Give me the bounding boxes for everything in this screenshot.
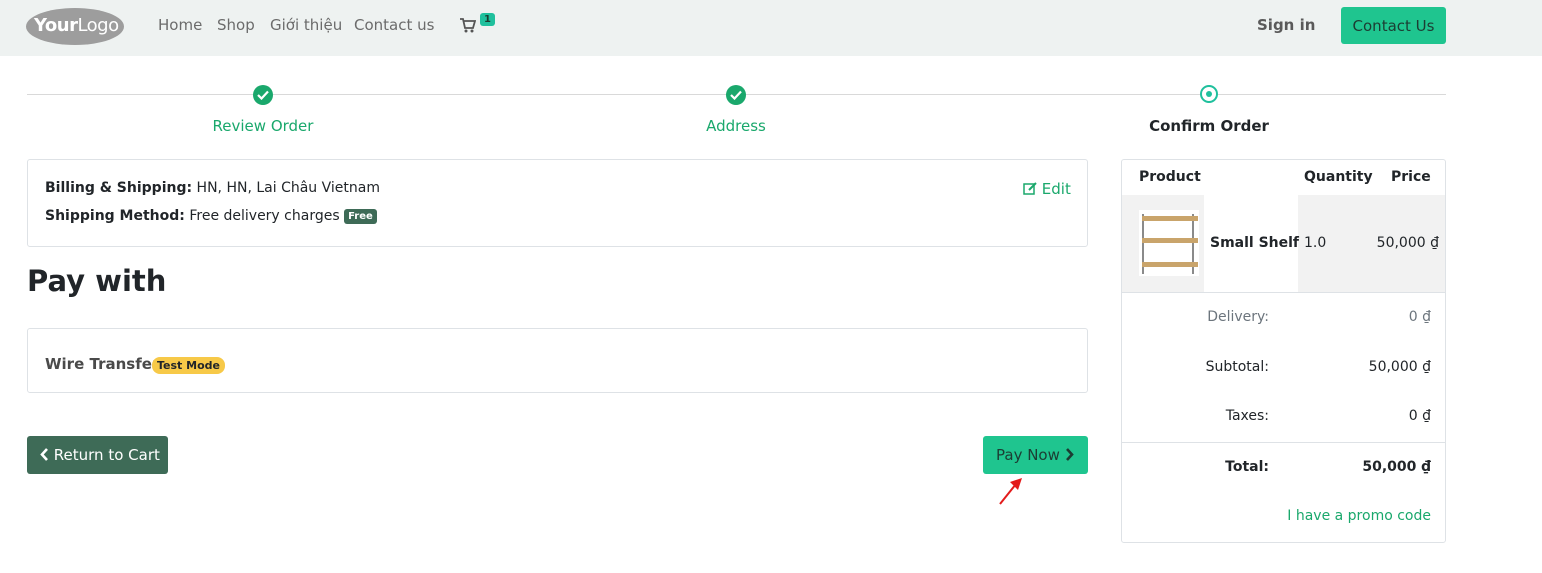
header-product: Product bbox=[1139, 169, 1201, 185]
chevron-right-icon bbox=[1065, 448, 1074, 461]
edit-label: Edit bbox=[1041, 180, 1071, 198]
header-price: Price bbox=[1391, 169, 1431, 185]
nav-contact[interactable]: Contact us bbox=[354, 16, 434, 34]
billing-shipping-card: Billing & Shipping: HN, HN, Lai Châu Vie… bbox=[27, 159, 1088, 247]
cart-link[interactable]: 1 bbox=[460, 13, 500, 38]
pay-now-label: Pay Now bbox=[996, 446, 1060, 464]
product-name[interactable]: Small Shelf bbox=[1210, 235, 1299, 251]
subtotal-value: 50,000 ₫ bbox=[1368, 359, 1431, 375]
divider bbox=[1122, 442, 1445, 443]
nav-shop[interactable]: Shop bbox=[217, 16, 255, 34]
cart-icon bbox=[460, 18, 476, 33]
product-quantity: 1.0 bbox=[1304, 235, 1327, 251]
cart-count-badge: 1 bbox=[480, 13, 495, 26]
step-review-label[interactable]: Review Order bbox=[163, 117, 363, 135]
taxes-label: Taxes: bbox=[1225, 408, 1269, 424]
step-confirm-label: Confirm Order bbox=[1149, 117, 1269, 135]
pay-with-heading: Pay with bbox=[27, 264, 167, 298]
product-thumbnail[interactable] bbox=[1139, 210, 1199, 276]
step-address-check-icon bbox=[726, 85, 746, 105]
payment-method-card[interactable]: Wire Transfer Test Mode bbox=[27, 328, 1088, 393]
pointer-arrow-icon bbox=[999, 478, 1022, 505]
divider bbox=[1122, 292, 1445, 293]
billing-value: HN, HN, Lai Châu Vietnam bbox=[196, 180, 380, 196]
logo[interactable]: YourLogo bbox=[26, 8, 124, 45]
step-confirm-current-icon bbox=[1200, 85, 1218, 103]
delivery-value: 0 ₫ bbox=[1408, 309, 1431, 325]
edit-address-link[interactable]: Edit bbox=[1023, 180, 1071, 198]
free-badge: Free bbox=[344, 209, 377, 224]
header-quantity: Quantity bbox=[1304, 169, 1373, 185]
contact-us-button[interactable]: Contact Us bbox=[1341, 7, 1446, 44]
nav-about[interactable]: Giới thiệu bbox=[270, 16, 342, 34]
shipping-line: Shipping Method: Free delivery charges F… bbox=[45, 208, 377, 224]
step-address-label[interactable]: Address bbox=[636, 117, 836, 135]
shipping-value: Free delivery charges bbox=[189, 208, 340, 224]
shipping-label: Shipping Method: bbox=[45, 208, 185, 224]
promo-code-link[interactable]: I have a promo code bbox=[1287, 508, 1431, 524]
logo-text: YourLogo bbox=[34, 15, 119, 36]
total-label: Total: bbox=[1225, 459, 1269, 475]
nav-home[interactable]: Home bbox=[158, 16, 202, 34]
edit-icon bbox=[1023, 182, 1037, 195]
taxes-value: 0 ₫ bbox=[1408, 408, 1431, 424]
subtotal-label: Subtotal: bbox=[1205, 359, 1269, 375]
return-to-cart-label: Return to Cart bbox=[53, 446, 160, 464]
sign-in-link[interactable]: Sign in bbox=[1257, 16, 1315, 34]
test-mode-badge: Test Mode bbox=[152, 357, 225, 374]
top-navbar: YourLogo Home Shop Giới thiệu Contact us… bbox=[0, 0, 1542, 56]
billing-line: Billing & Shipping: HN, HN, Lai Châu Vie… bbox=[45, 180, 380, 196]
total-value: 50,000 ₫ bbox=[1362, 459, 1431, 475]
return-to-cart-button[interactable]: Return to Cart bbox=[27, 436, 168, 474]
pay-now-button[interactable]: Pay Now bbox=[983, 436, 1088, 474]
step-review-check-icon bbox=[253, 85, 273, 105]
order-summary-card: Product Quantity Price Small Shelf 1.0 5… bbox=[1121, 159, 1446, 543]
billing-label: Billing & Shipping: bbox=[45, 180, 193, 196]
delivery-label: Delivery: bbox=[1207, 309, 1269, 325]
chevron-left-icon bbox=[40, 448, 48, 461]
payment-method-name: Wire Transfer bbox=[45, 355, 160, 373]
product-price: 50,000 ₫ bbox=[1376, 235, 1439, 251]
